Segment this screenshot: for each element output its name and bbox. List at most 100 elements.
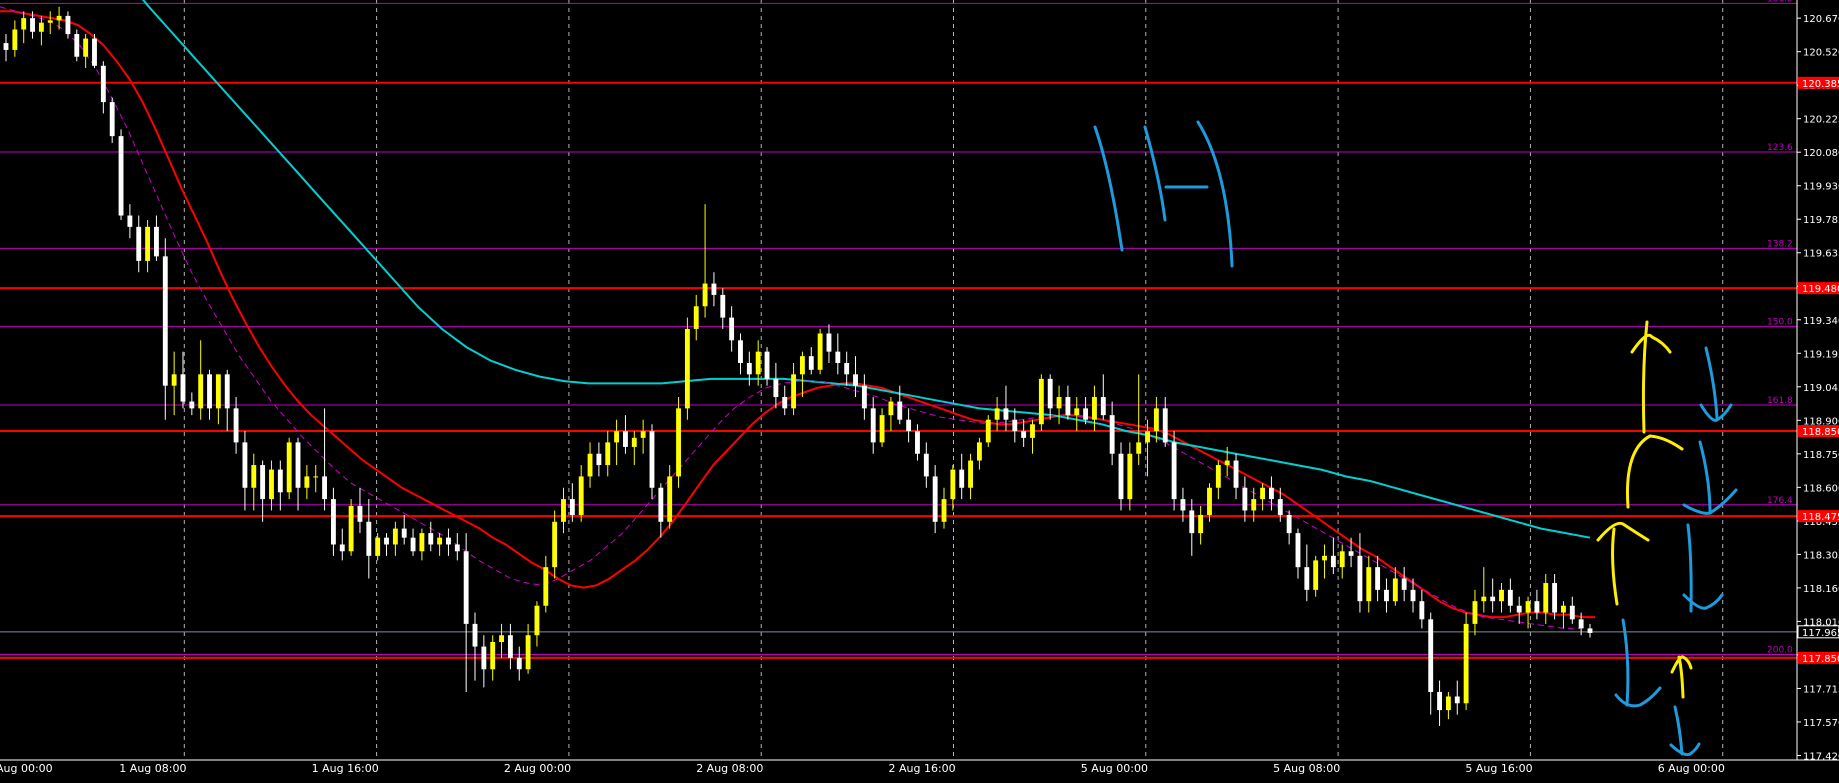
price-tag-label: 119.480 [1802,284,1839,295]
y-tick-label: 120.225 [1803,115,1839,126]
candle-body [1339,551,1345,568]
candle-body [516,657,522,670]
candle-body [932,476,938,522]
candle-body [65,15,71,35]
candle-body [835,351,841,363]
candle-body [1428,619,1434,692]
candle-body [38,22,44,32]
candle-body [755,351,761,375]
candle-body [1065,397,1071,416]
candle-body [463,551,469,624]
candle-body [242,442,248,488]
candle-body [322,476,328,500]
slow-moving-average-line [141,0,1591,539]
candle-body [1012,419,1018,432]
candle-body [658,487,664,522]
candle-body [782,397,788,409]
chart-canvas[interactable]: 100.0 123.6 138.2 150.0 161.8 176.4 200.0 Aug … [0,0,1839,779]
candle-body [1083,408,1089,420]
candle-body [1021,431,1027,438]
candle-body [1375,567,1381,590]
candle-body [189,401,195,409]
candle-body [118,136,124,216]
candle-body [207,374,212,409]
price-tag-label: 117.850 [1802,654,1839,665]
candle-body [437,537,443,545]
candle-body [587,453,593,477]
candle-body [888,401,894,416]
candle-body [481,646,487,670]
x-tick-label: Aug 00:00 [0,762,53,775]
candle-body [446,537,451,545]
candle-body [738,340,743,363]
candle-body [1286,514,1292,534]
y-tick-label: 120.670 [1803,14,1839,25]
candle-body [844,362,850,375]
candle-body [720,294,726,318]
candle-body [472,623,478,647]
fib-level-label: 200.0 [1767,646,1793,656]
candle-body [915,431,920,454]
candle-body [534,605,540,636]
candle-body [1198,514,1204,534]
candle-body [1330,555,1336,568]
candle-body [1295,533,1301,568]
candle-body [569,499,575,515]
candle-body [853,374,858,386]
candle-body [1189,510,1195,534]
candle-body [507,635,513,658]
candle-body [269,469,274,500]
candle-body [711,283,717,295]
candle-body [1357,555,1363,602]
candle-body [1100,397,1106,416]
fast-moving-average-line [0,10,1595,619]
candle-body [1092,397,1097,420]
candle-body [21,18,27,30]
candle-body [552,521,558,568]
candle-body [1136,442,1142,454]
candle-body [56,15,62,21]
x-tick-label: 2 Aug 00:00 [504,762,571,775]
x-tick-label: 5 Aug 00:00 [1081,762,1148,775]
candle-body [684,328,690,409]
candle-body [1552,583,1558,613]
candle-body [941,499,947,522]
y-tick-label: 118.305 [1803,550,1839,561]
candle-body [1056,397,1062,409]
price-chart[interactable]: 100.0 123.6 138.2 150.0 161.8 176.4 200.0 Aug … [0,0,1839,779]
candle-body [490,642,496,670]
fib-level-label: 150.0 [1767,318,1793,328]
candle-body [543,567,549,606]
candle-body [1543,583,1549,613]
candle-body [145,226,151,261]
candle-body [1145,431,1150,443]
candle-body [826,333,832,352]
candle-body [1587,628,1593,633]
yellow-up-arrow [1596,521,1650,542]
price-tag-label: 120.385 [1802,79,1839,90]
candle-body [623,431,628,447]
candle-body [1419,601,1425,620]
candle-body [729,317,735,341]
candle-body [1003,408,1009,420]
candle-body [154,226,159,257]
hh-drawing-stroke [1143,125,1167,222]
candle-body [74,34,80,57]
candle-body [950,469,956,500]
candle-body [614,431,620,443]
candle-body [773,378,779,398]
candle-body [578,476,584,515]
y-tick-label: 117.715 [1803,684,1839,695]
x-tick-label: 1 Aug 08:00 [119,762,186,775]
candle-body [366,521,372,556]
candle-body [1268,487,1274,500]
candle-body [47,20,53,23]
y-tick-label: 120.520 [1803,48,1839,59]
candle-body [1118,453,1124,500]
fib-level-label: 161.8 [1767,396,1793,406]
blue-down-arrow [1614,686,1662,708]
candle-body [1525,601,1531,613]
candle-body [233,408,239,443]
candle-body [109,102,115,137]
candle-body [1534,601,1540,613]
